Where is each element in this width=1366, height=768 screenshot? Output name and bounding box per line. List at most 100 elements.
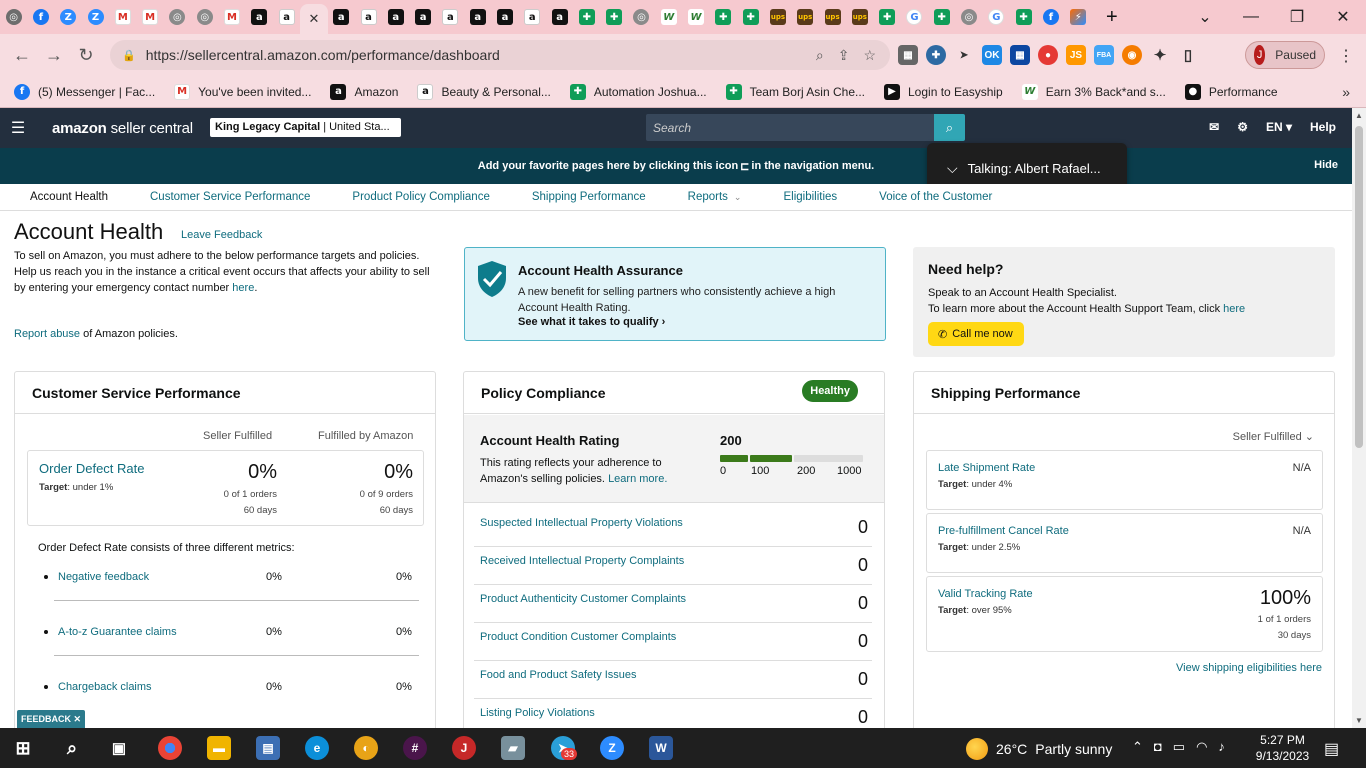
- browser-tab[interactable]: ◎: [628, 0, 655, 34]
- scroll-thumb[interactable]: [1355, 126, 1363, 448]
- search-input[interactable]: Search: [646, 114, 935, 141]
- extension-js-icon[interactable]: JS: [1066, 45, 1086, 65]
- shipping-eligibilities-link[interactable]: View shipping eligibilities here: [1176, 662, 1322, 674]
- hide-button[interactable]: Hide: [1314, 159, 1338, 171]
- bookmark-item[interactable]: a Beauty & Personal...: [417, 83, 551, 100]
- bookmark-item[interactable]: M You've been invited...: [174, 83, 311, 100]
- task-view-icon[interactable]: ▣: [107, 736, 131, 760]
- browser-tab[interactable]: a: [246, 0, 273, 34]
- browser-tab[interactable]: ◎: [955, 0, 982, 34]
- extension-pokeball-icon[interactable]: ●: [1038, 45, 1058, 65]
- browser-tab[interactable]: ups: [846, 0, 873, 34]
- browser-tab[interactable]: ✚: [710, 0, 737, 34]
- bookmark-item[interactable]: W Earn 3% Back*and s...: [1021, 83, 1166, 100]
- bookmark-item[interactable]: ✚ Automation Joshua...: [569, 83, 707, 100]
- browser-tab[interactable]: a: [355, 0, 382, 34]
- metric-link[interactable]: Negative feedback: [58, 571, 149, 583]
- bookmark-item[interactable]: ✚ Team Borj Asin Che...: [725, 83, 865, 100]
- help-here-link[interactable]: here: [1223, 303, 1245, 315]
- extension-game-icon[interactable]: ✚: [926, 45, 946, 65]
- subnav-item[interactable]: Product Policy Compliance: [352, 191, 489, 203]
- camera-icon[interactable]: ◘: [1154, 739, 1162, 755]
- browser-tab[interactable]: ✚: [1010, 0, 1037, 34]
- browser-tab[interactable]: f: [27, 0, 54, 34]
- help-link[interactable]: Help: [1310, 120, 1336, 134]
- forward-icon[interactable]: →: [38, 45, 70, 66]
- leave-feedback-link[interactable]: Leave Feedback: [181, 229, 262, 241]
- zoom-icon[interactable]: ⌕: [816, 47, 824, 64]
- emergency-contact-link[interactable]: here: [232, 282, 254, 294]
- shipping-metric-link[interactable]: Late Shipment Rate: [938, 462, 1035, 474]
- clock[interactable]: 5:27 PM 9/13/2023: [1255, 732, 1310, 764]
- policy-row-link[interactable]: Listing Policy Violations: [480, 707, 595, 719]
- brand-logo[interactable]: amazon seller central: [52, 120, 193, 137]
- maximize-icon[interactable]: ❐: [1274, 7, 1320, 27]
- browser-tab[interactable]: a: [382, 0, 409, 34]
- windows-start-icon[interactable]: ⊞: [11, 736, 35, 760]
- subnav-item[interactable]: Account Health: [30, 191, 108, 203]
- metric-link[interactable]: A-to-z Guarantee claims: [58, 626, 177, 638]
- odr-link[interactable]: Order Defect Rate: [39, 461, 145, 476]
- browser-tab[interactable]: a: [464, 0, 491, 34]
- lock-icon[interactable]: 🔒: [122, 49, 136, 62]
- word-icon[interactable]: W: [649, 736, 673, 760]
- more-bookmarks-icon[interactable]: »: [1342, 84, 1350, 100]
- slack-icon[interactable]: #: [403, 736, 427, 760]
- tab-search-icon[interactable]: ⌄: [1182, 7, 1228, 27]
- policy-row-link[interactable]: Product Condition Customer Complaints: [480, 631, 676, 643]
- browser-tab[interactable]: ups: [819, 0, 846, 34]
- search-icon[interactable]: ⌕: [60, 736, 84, 760]
- browser-tab[interactable]: ⚡: [1065, 0, 1092, 34]
- wifi-icon[interactable]: ◠: [1196, 739, 1207, 755]
- subnav-item[interactable]: Eligibilities: [783, 191, 837, 203]
- browser-tab[interactable]: a: [546, 0, 573, 34]
- policy-row-link[interactable]: Food and Product Safety Issues: [480, 669, 637, 681]
- page-scrollbar[interactable]: ▲ ▼: [1352, 108, 1366, 728]
- bookmark-item[interactable]: ● Performance: [1184, 83, 1278, 100]
- extension-cursor-icon[interactable]: ➤: [954, 45, 974, 65]
- edge-icon[interactable]: e: [305, 736, 329, 760]
- browser-tab[interactable]: f: [1037, 0, 1064, 34]
- bookmark-star-icon[interactable]: ☆: [863, 47, 876, 64]
- extension-fba-icon[interactable]: FBA: [1094, 45, 1114, 65]
- chevron-up-icon[interactable]: ⌃: [1132, 739, 1143, 755]
- browser-tab[interactable]: ups: [764, 0, 791, 34]
- browser-tab[interactable]: ✚: [874, 0, 901, 34]
- reload-icon[interactable]: ↻: [70, 45, 102, 66]
- scroll-up-icon[interactable]: ▲: [1355, 111, 1363, 120]
- weather-widget[interactable]: 26°C Partly sunny: [966, 738, 1112, 760]
- metric-link[interactable]: Chargeback claims: [58, 681, 152, 693]
- mail-icon[interactable]: ✉: [1209, 120, 1219, 134]
- browser-tab[interactable]: ◎: [164, 0, 191, 34]
- browser-tab[interactable]: W: [655, 0, 682, 34]
- side-panel-icon[interactable]: ▯: [1178, 45, 1198, 65]
- subnav-item[interactable]: Shipping Performance: [532, 191, 646, 203]
- chevron-down-icon[interactable]: ⌵: [947, 160, 958, 177]
- browser-tab[interactable]: a: [409, 0, 436, 34]
- search-icon[interactable]: ⌕: [934, 114, 965, 141]
- browser-tab[interactable]: a: [273, 0, 300, 34]
- file-explorer-icon[interactable]: ▬: [207, 736, 231, 760]
- chrome-profile-taskbar-icon[interactable]: J: [452, 736, 476, 760]
- browser-tab[interactable]: a: [491, 0, 518, 34]
- browser-tab[interactable]: M: [218, 0, 245, 34]
- browser-tab[interactable]: ✚: [573, 0, 600, 34]
- policy-row-link[interactable]: Product Authenticity Customer Complaints: [480, 593, 686, 605]
- browser-tab-active[interactable]: ✕: [300, 4, 328, 34]
- browser-tab[interactable]: M: [109, 0, 136, 34]
- browser-tab[interactable]: a: [519, 0, 546, 34]
- subnav-item[interactable]: Voice of the Customer: [879, 191, 992, 203]
- scroll-down-icon[interactable]: ▼: [1355, 716, 1363, 725]
- shipping-metric-link[interactable]: Pre-fulfillment Cancel Rate: [938, 525, 1069, 537]
- share-icon[interactable]: ⇪: [838, 47, 850, 64]
- policy-row-link[interactable]: Suspected Intellectual Property Violatio…: [480, 517, 683, 529]
- new-tab-icon[interactable]: +: [1092, 0, 1132, 34]
- hamburger-menu-icon[interactable]: ☰: [0, 118, 36, 138]
- network-app-icon[interactable]: ▤: [256, 736, 280, 760]
- gear-icon[interactable]: ⚙: [1237, 120, 1248, 134]
- notification-icon[interactable]: ▤: [1324, 739, 1339, 759]
- vpn-icon[interactable]: ◐: [354, 736, 378, 760]
- extensions-puzzle-icon[interactable]: ✦: [1150, 45, 1170, 65]
- browser-menu-icon[interactable]: ⋮: [1338, 46, 1354, 66]
- bookmark-item[interactable]: a Amazon: [330, 83, 398, 100]
